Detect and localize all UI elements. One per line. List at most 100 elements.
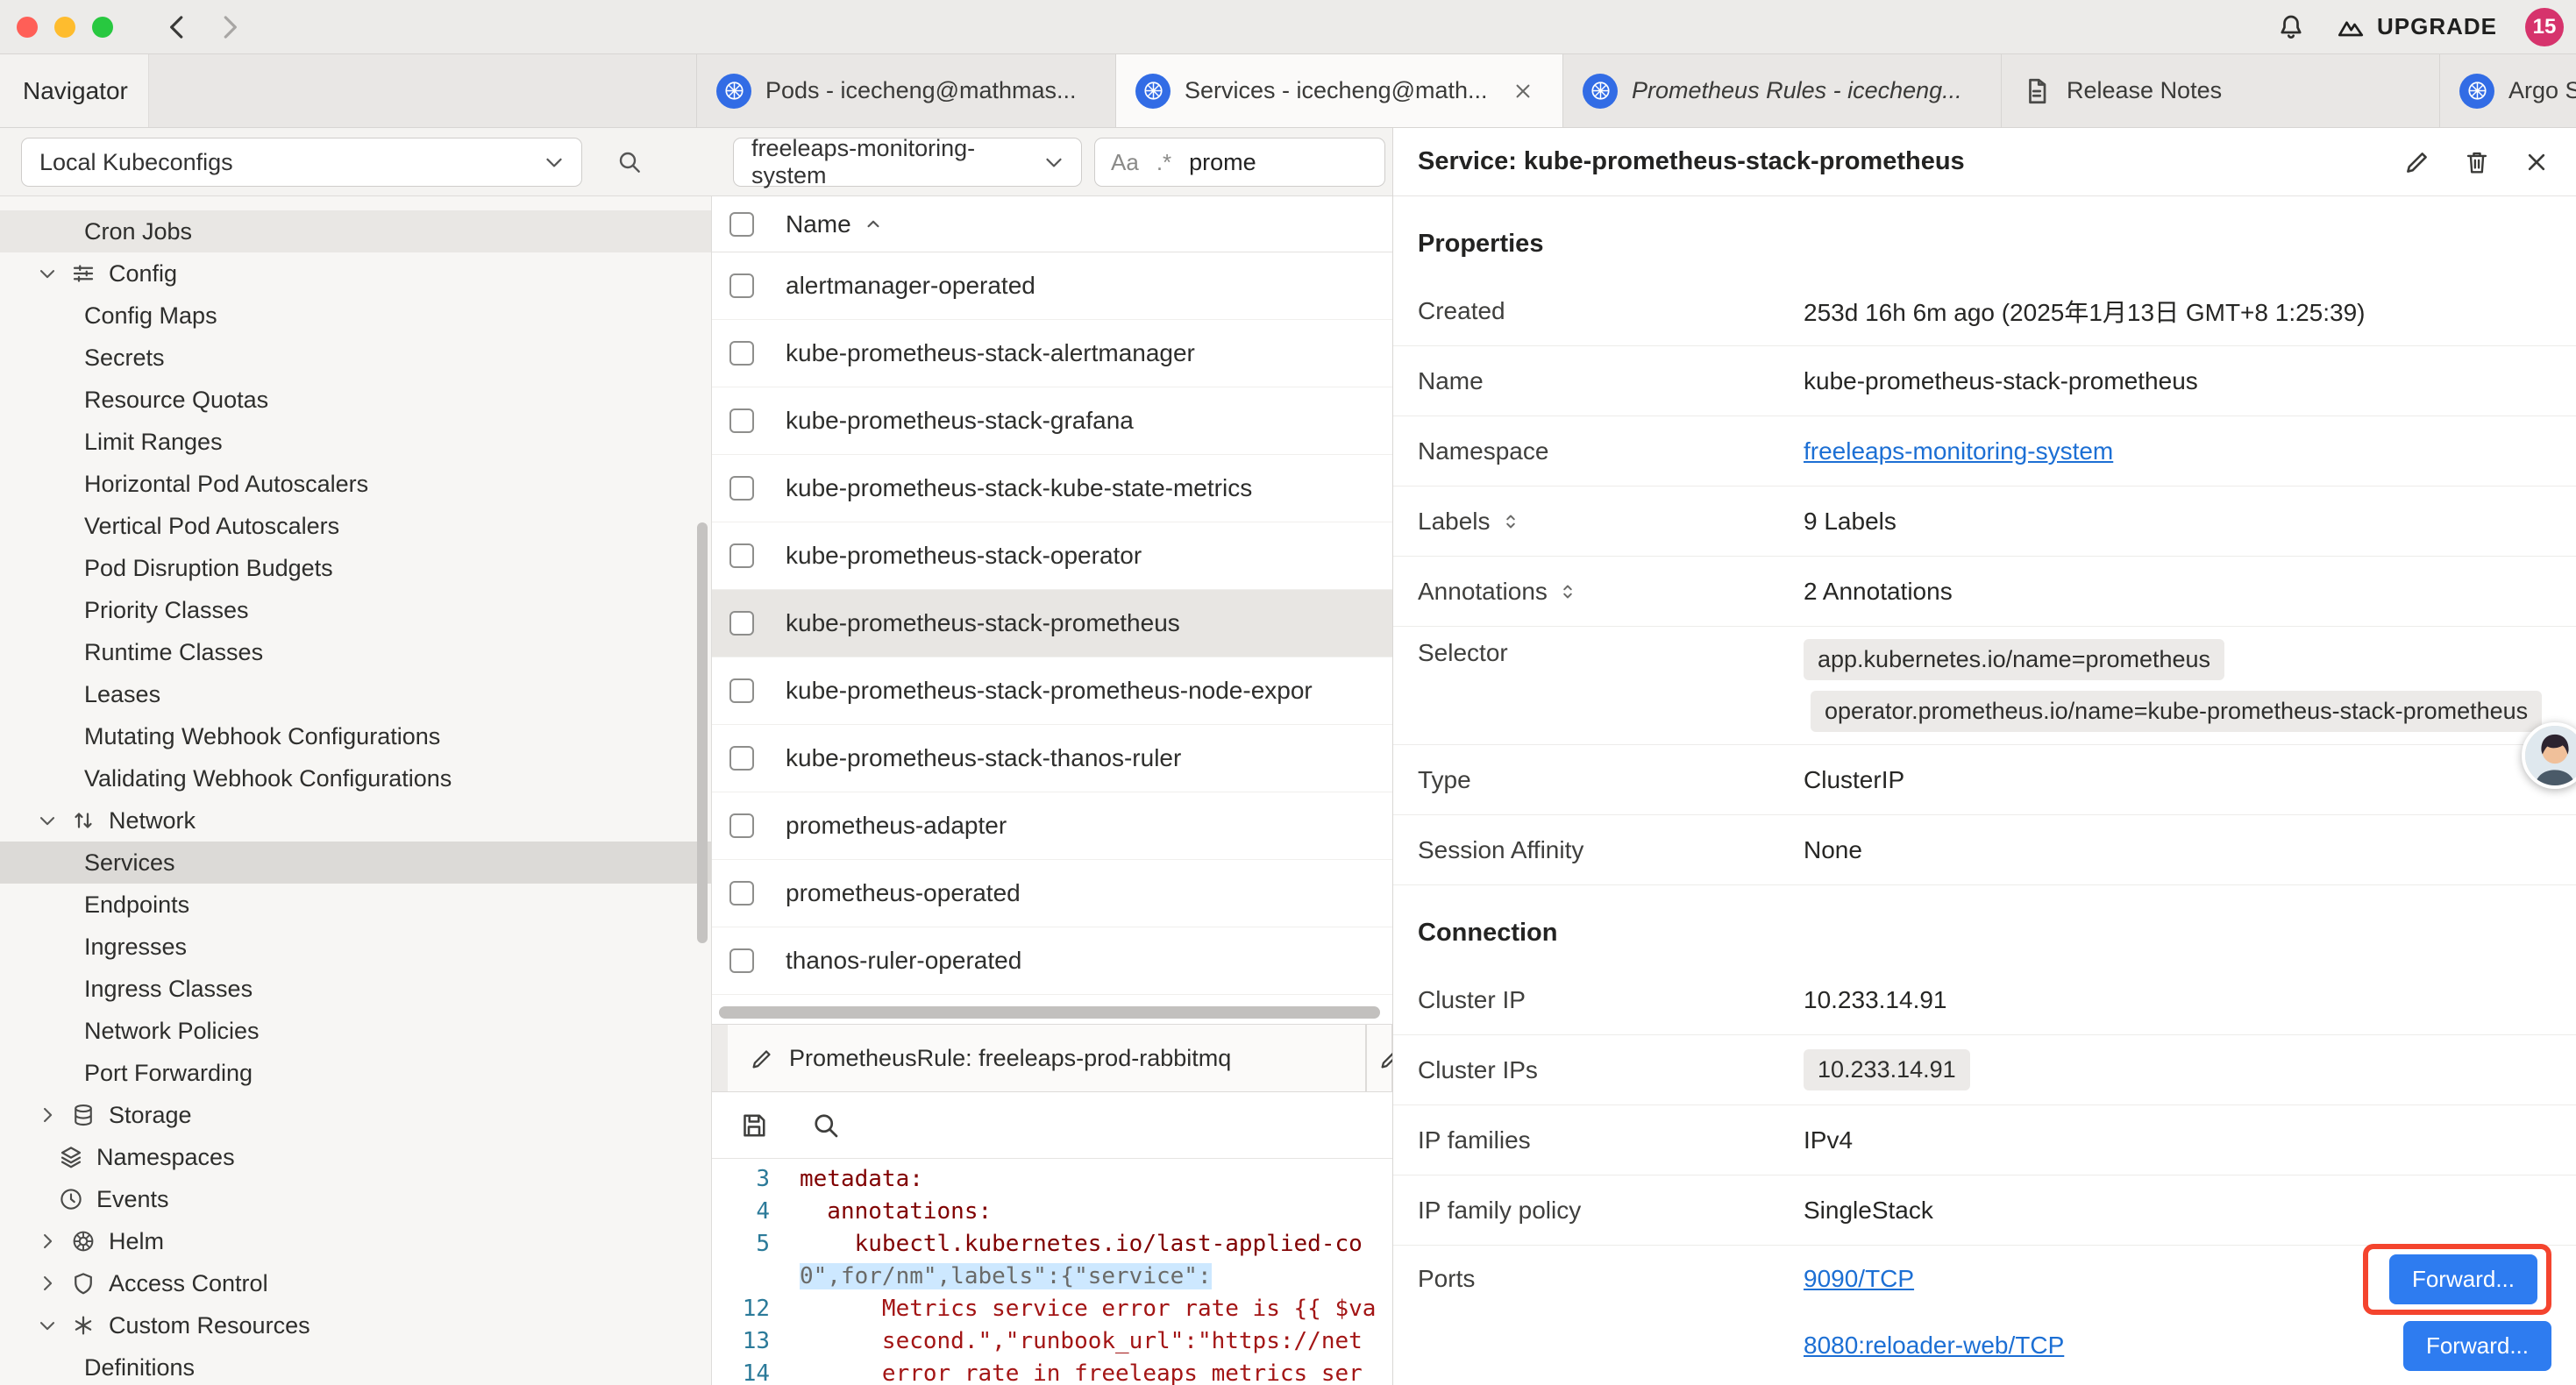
- table-row[interactable]: alertmanager-operated: [712, 252, 1392, 320]
- maximize-window-button[interactable]: [92, 17, 113, 38]
- sidebar-item-resource-quotas[interactable]: Resource Quotas: [0, 379, 711, 421]
- sidebar-item-cron-jobs[interactable]: Cron Jobs: [0, 210, 711, 252]
- sidebar-item-custom-resources[interactable]: Custom Resources: [0, 1304, 711, 1346]
- tab-prometheus-rules-icecheng[interactable]: Prometheus Rules - icecheng...: [1563, 54, 2002, 127]
- kubeconfig-selector[interactable]: Local Kubeconfigs: [21, 138, 582, 187]
- table-row[interactable]: thanos-ruler-operated: [712, 927, 1392, 995]
- chevron-down-icon[interactable]: [35, 1313, 60, 1338]
- back-arrow-icon[interactable]: [160, 11, 194, 44]
- sidebar-item-access-control[interactable]: Access Control: [0, 1262, 711, 1304]
- search-icon[interactable]: [810, 1110, 842, 1141]
- sort-ascending-icon[interactable]: [862, 213, 885, 236]
- row-checkbox[interactable]: [729, 476, 754, 501]
- pencil-icon[interactable]: [2402, 147, 2432, 177]
- row-checkbox[interactable]: [729, 341, 754, 366]
- close-icon[interactable]: [2522, 147, 2551, 177]
- select-all-checkbox[interactable]: [729, 212, 754, 237]
- save-icon[interactable]: [738, 1110, 770, 1141]
- chevron-right-icon[interactable]: [35, 1103, 60, 1127]
- sidebar-item-config[interactable]: Config: [0, 252, 711, 295]
- sidebar-item-runtime-classes[interactable]: Runtime Classes: [0, 631, 711, 673]
- row-checkbox[interactable]: [729, 273, 754, 298]
- namespace-filter-selector[interactable]: freeleaps-monitoring-system: [733, 138, 1082, 187]
- close-icon[interactable]: [1511, 79, 1535, 103]
- tab-services-icecheng-math[interactable]: Services - icecheng@math...: [1116, 54, 1563, 127]
- sidebar-item-network-policies[interactable]: Network Policies: [0, 1010, 711, 1052]
- sidebar-item-horizontal-pod-autoscalers[interactable]: Horizontal Pod Autoscalers: [0, 463, 711, 505]
- table-row[interactable]: kube-prometheus-stack-grafana: [712, 387, 1392, 455]
- chevron-down-icon[interactable]: [35, 261, 60, 286]
- sort-icon[interactable]: [1499, 510, 1522, 533]
- row-checkbox[interactable]: [729, 746, 754, 771]
- sidebar-item-secrets[interactable]: Secrets: [0, 337, 711, 379]
- table-row[interactable]: kube-prometheus-stack-prometheus-node-ex…: [712, 657, 1392, 725]
- sidebar-scrollbar[interactable]: [697, 522, 708, 943]
- port-link[interactable]: 8080:reloader-web/TCP: [1804, 1332, 2064, 1360]
- forward-button[interactable]: Forward...: [2403, 1321, 2551, 1371]
- sidebar-item-mutating-webhook-configurations[interactable]: Mutating Webhook Configurations: [0, 715, 711, 757]
- sidebar-item-storage[interactable]: Storage: [0, 1094, 711, 1136]
- close-window-button[interactable]: [17, 17, 38, 38]
- chevron-right-icon[interactable]: [35, 1229, 60, 1254]
- chevron-right-icon[interactable]: [35, 1271, 60, 1296]
- sidebar-item-pod-disruption-budgets[interactable]: Pod Disruption Budgets: [0, 547, 711, 589]
- navigator-panel-header[interactable]: Navigator: [0, 54, 149, 127]
- tab-argo-se[interactable]: Argo Se: [2440, 54, 2576, 127]
- sort-icon[interactable]: [1556, 580, 1579, 603]
- sidebar-item-namespaces[interactable]: Namespaces: [0, 1136, 711, 1178]
- search-icon[interactable]: [616, 148, 644, 176]
- yaml-editor[interactable]: 3metadata:4 annotations:5 kubectl.kubern…: [712, 1159, 1392, 1385]
- tab-pods-icecheng-mathmas[interactable]: Pods - icecheng@mathmas...: [697, 54, 1116, 127]
- service-search-box[interactable]: Aa .*: [1094, 138, 1385, 187]
- table-row[interactable]: kube-prometheus-stack-prometheus: [712, 590, 1392, 657]
- sidebar-item-vertical-pod-autoscalers[interactable]: Vertical Pod Autoscalers: [0, 505, 711, 547]
- tab-release-notes[interactable]: Release Notes: [2002, 54, 2440, 127]
- row-checkbox[interactable]: [729, 813, 754, 838]
- row-checkbox[interactable]: [729, 678, 754, 703]
- table-row[interactable]: kube-prometheus-stack-thanos-ruler: [712, 725, 1392, 792]
- table-row[interactable]: prometheus-operated: [712, 860, 1392, 927]
- sidebar-item-helm[interactable]: Helm: [0, 1220, 711, 1262]
- bell-icon[interactable]: [2275, 11, 2307, 43]
- notification-count-badge[interactable]: 15: [2525, 8, 2564, 46]
- sidebar-item-validating-webhook-configurations[interactable]: Validating Webhook Configurations: [0, 757, 711, 799]
- sidebar-item-network[interactable]: Network: [0, 799, 711, 842]
- sidebar-item-port-forwarding[interactable]: Port Forwarding: [0, 1052, 711, 1094]
- search-input[interactable]: [1189, 149, 1312, 176]
- sidebar-item-limit-ranges[interactable]: Limit Ranges: [0, 421, 711, 463]
- name-column-header[interactable]: Name: [786, 210, 851, 238]
- table-row[interactable]: prometheus-adapter: [712, 792, 1392, 860]
- table-row[interactable]: kube-prometheus-stack-operator: [712, 522, 1392, 590]
- match-case-toggle[interactable]: Aa: [1111, 149, 1139, 176]
- chevron-down-icon[interactable]: [35, 808, 60, 833]
- sidebar-item-leases[interactable]: Leases: [0, 673, 711, 715]
- row-checkbox[interactable]: [729, 543, 754, 568]
- editor-tab-partial[interactable]: [1366, 1025, 1392, 1092]
- row-checkbox[interactable]: [729, 408, 754, 433]
- forward-button[interactable]: Forward...: [2389, 1254, 2537, 1304]
- row-checkbox[interactable]: [729, 881, 754, 906]
- sidebar-item-ingresses[interactable]: Ingresses: [0, 926, 711, 968]
- sidebar-item-events[interactable]: Events: [0, 1178, 711, 1220]
- table-row[interactable]: kube-prometheus-stack-kube-state-metrics: [712, 455, 1392, 522]
- sidebar-item-endpoints[interactable]: Endpoints: [0, 884, 711, 926]
- trash-icon[interactable]: [2462, 147, 2492, 177]
- prometheusrule-editor-tab[interactable]: PrometheusRule: freeleaps-prod-rabbitmq: [728, 1025, 1366, 1092]
- field-label-text: Selector: [1418, 639, 1508, 667]
- horizontal-scrollbar[interactable]: [719, 1006, 1380, 1019]
- field-link[interactable]: freeleaps-monitoring-system: [1804, 437, 2113, 465]
- sidebar-item-definitions[interactable]: Definitions: [0, 1346, 711, 1385]
- sidebar-item-ingress-classes[interactable]: Ingress Classes: [0, 968, 711, 1010]
- upgrade-button[interactable]: UPGRADE: [2335, 11, 2497, 43]
- forward-arrow-icon[interactable]: [213, 11, 246, 44]
- minimize-window-button[interactable]: [54, 17, 75, 38]
- sidebar-item-priority-classes[interactable]: Priority Classes: [0, 589, 711, 631]
- detail-row-namespace: Namespacefreeleaps-monitoring-system: [1393, 416, 2576, 487]
- row-checkbox[interactable]: [729, 611, 754, 636]
- sidebar-item-services[interactable]: Services: [0, 842, 711, 884]
- regex-toggle[interactable]: .*: [1156, 149, 1171, 176]
- table-row[interactable]: kube-prometheus-stack-alertmanager: [712, 320, 1392, 387]
- row-checkbox[interactable]: [729, 948, 754, 973]
- sidebar-item-config-maps[interactable]: Config Maps: [0, 295, 711, 337]
- port-link[interactable]: 9090/TCP: [1804, 1265, 1914, 1293]
